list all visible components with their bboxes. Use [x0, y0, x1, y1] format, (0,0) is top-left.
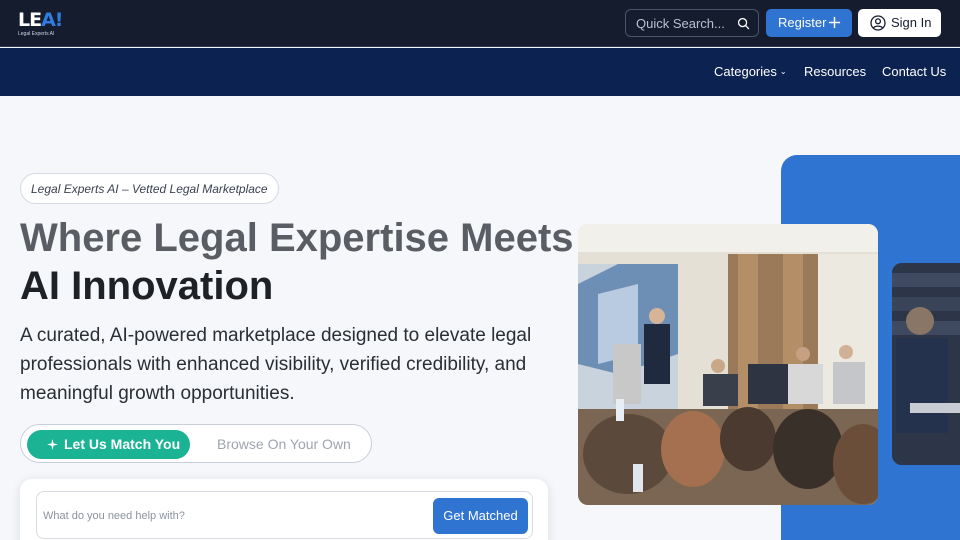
help-request-input[interactable]: What do you need help with? Get Matched — [36, 491, 533, 539]
logo-subtitle: Legal Experts AI — [18, 31, 55, 37]
let-us-match-you-tab[interactable]: Let Us Match You — [27, 430, 190, 459]
user-icon — [870, 15, 886, 31]
nav-item-contact-us[interactable]: Contact Us — [882, 64, 946, 79]
main-nav: Categories ⌄ Resources Contact Us — [0, 48, 960, 96]
logo-mark: LEA! — [18, 9, 63, 31]
help-request-placeholder: What do you need help with? — [43, 510, 185, 522]
nav-item-categories[interactable]: Categories ⌄ — [714, 64, 787, 79]
hero-headline: Where Legal Expertise Meets AI Innovatio… — [20, 214, 574, 310]
library-photo-illustration — [892, 263, 960, 465]
plus-icon — [828, 16, 841, 29]
browse-on-your-own-tab[interactable]: Browse On Your Own — [217, 436, 351, 452]
conference-photo-illustration — [578, 224, 878, 505]
logo[interactable]: LEA! Legal Experts AI — [18, 10, 66, 38]
sign-in-button[interactable]: Sign In — [858, 9, 941, 37]
match-mode-toggle: Let Us Match You Browse On Your Own — [20, 424, 372, 463]
conference-photo — [578, 224, 878, 505]
hero-subtext: A curated, AI-powered marketplace design… — [20, 325, 532, 404]
hero-headline-line2: AI Innovation — [20, 264, 274, 308]
hero-headline-line1: Where Legal Expertise Meets — [20, 216, 574, 260]
register-button[interactable]: Register — [766, 9, 852, 37]
let-us-match-you-label: Let Us Match You — [64, 436, 181, 452]
match-card: What do you need help with? Get Matched — [20, 479, 548, 540]
chevron-down-icon: ⌄ — [779, 67, 787, 76]
sparkle-icon — [47, 439, 58, 450]
library-photo — [892, 263, 960, 465]
quick-search-box[interactable]: Quick Search... — [625, 9, 759, 37]
hero-badge-text: Legal Experts AI – Vetted Legal Marketpl… — [31, 181, 268, 196]
nav-item-resources[interactable]: Resources — [804, 64, 866, 79]
get-matched-button[interactable]: Get Matched — [433, 498, 528, 534]
search-icon[interactable] — [737, 17, 750, 30]
sign-in-label: Sign In — [891, 15, 932, 30]
top-header: LEA! Legal Experts AI Quick Search... Re… — [0, 0, 960, 47]
register-label: Register — [778, 15, 827, 30]
hero-badge: Legal Experts AI – Vetted Legal Marketpl… — [20, 173, 279, 204]
search-placeholder: Quick Search... — [636, 16, 725, 31]
nav-item-label: Categories — [714, 64, 777, 79]
